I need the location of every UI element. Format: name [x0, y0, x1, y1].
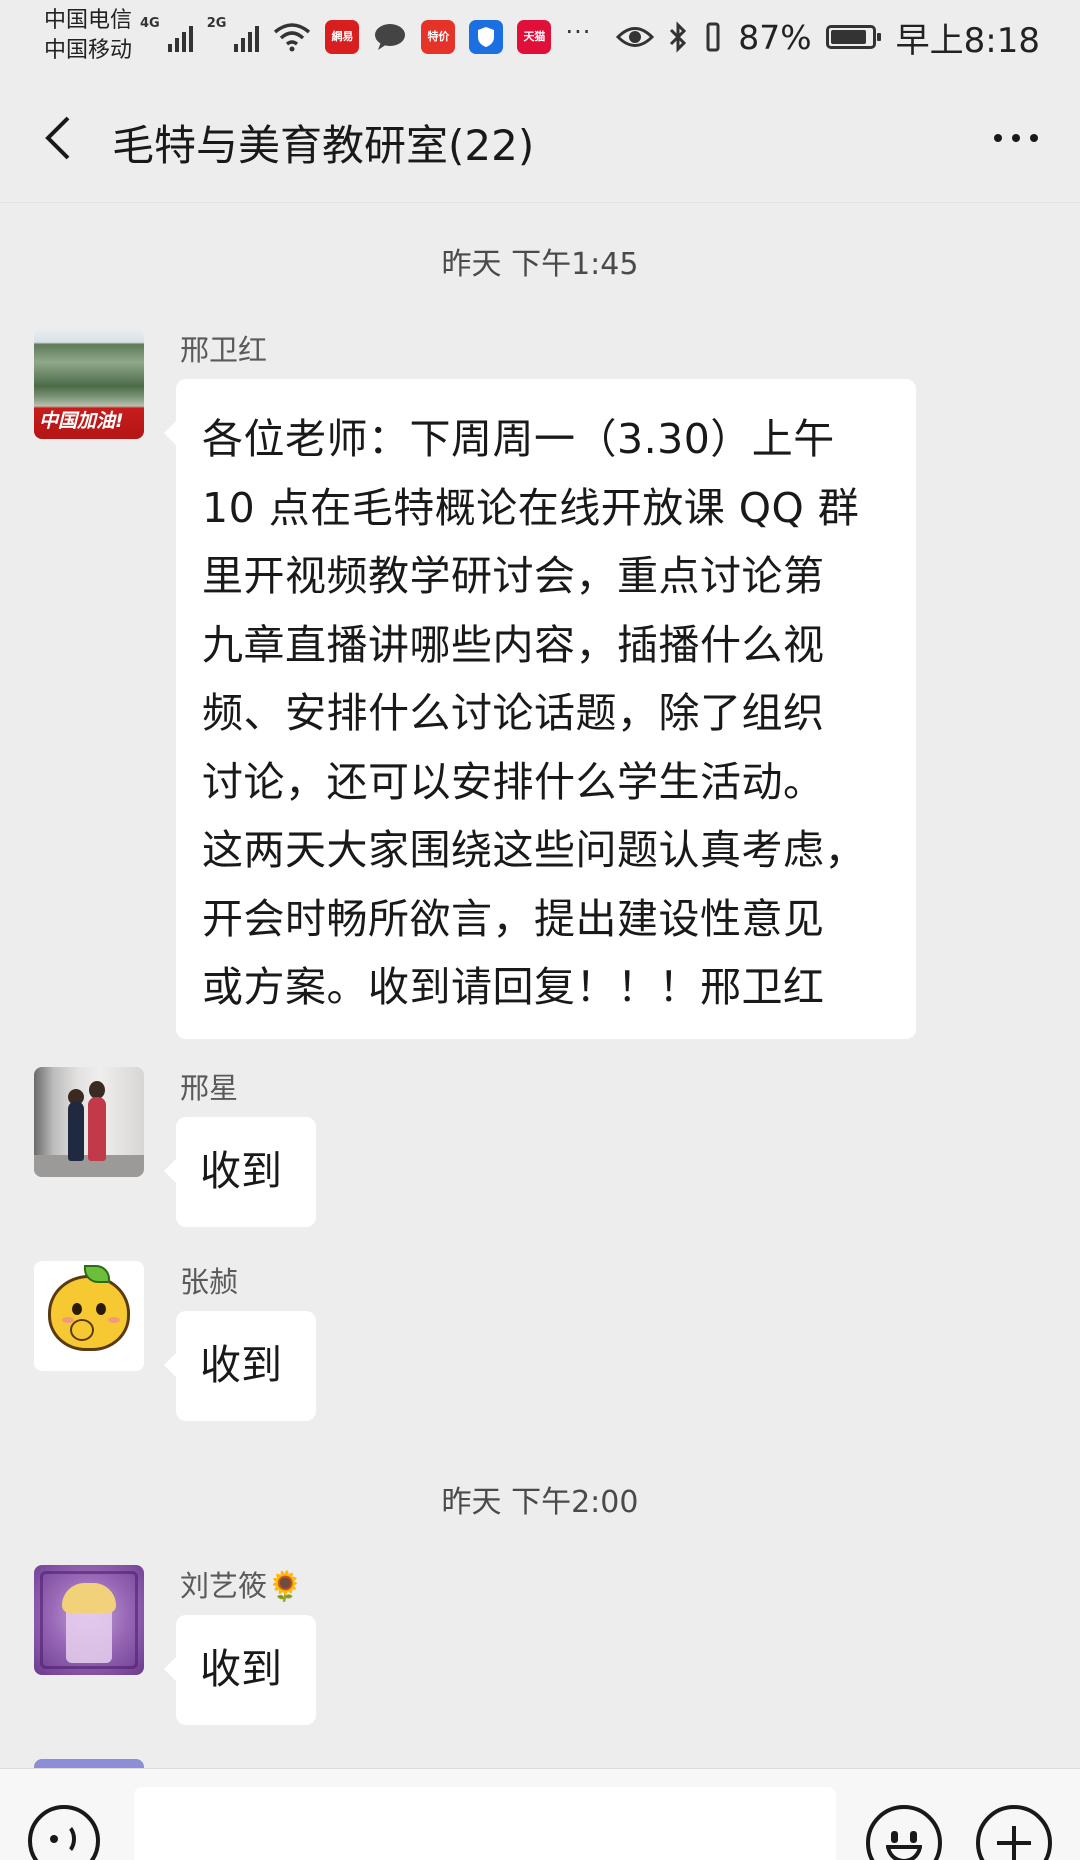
smiley-icon	[891, 1831, 898, 1843]
dot-icon	[1012, 134, 1020, 142]
message-list[interactable]: 昨天 下午1:45 中国加油! 邢卫红 各位老师：下周周一（3.30）上午 10…	[0, 203, 1080, 1768]
wifi-icon	[274, 23, 311, 52]
message-bubble-icon	[375, 24, 406, 50]
emoji-button[interactable]	[866, 1805, 942, 1860]
message-line: 讨论，还可以安排什么学生活动。	[202, 757, 825, 806]
message-line: 里开视频教学研讨会，重点讨论第	[202, 552, 825, 600]
message-bubble[interactable]: 收到	[164, 1311, 316, 1421]
eye-comfort-icon	[616, 27, 655, 47]
signal-bars-icon	[234, 22, 260, 52]
network-type-1: 4G	[140, 16, 160, 31]
tmall-icon: 天猫	[517, 20, 552, 54]
sender-name: 张赪	[180, 1265, 239, 1299]
message-line: 这两天大家围绕这些问题认真考虑，	[202, 826, 866, 874]
avatar[interactable]	[34, 1261, 144, 1371]
chat-title: 毛特与美育教研室(22)	[112, 121, 535, 170]
more-notifications-icon: ···	[565, 18, 592, 46]
message-item: 邢星 收到	[34, 1067, 316, 1227]
message-item: 张赪 收到	[34, 1261, 316, 1421]
bluetooth-icon	[670, 21, 687, 53]
message-line: 开会时畅所欲言，提出建设性意见	[202, 894, 825, 943]
chat-screen: 中国电信 中国移动 4G 2G 網易 特价 天猫 ··· 87% 早上8:18 …	[0, 0, 1080, 1860]
message-bubble[interactable]: 收到	[164, 1615, 316, 1725]
status-bar: 中国电信 中国移动 4G 2G 網易 特价 天猫 ··· 87% 早上8:18	[0, 0, 1080, 76]
battery-percent: 87%	[738, 17, 812, 57]
vibrate-icon	[706, 22, 720, 52]
message-line: 频、安排什么讨论话题，除了组织	[202, 689, 825, 737]
dot-icon	[994, 134, 1002, 142]
avatar[interactable]	[34, 1565, 144, 1675]
timestamp-separator: 昨天 下午1:45	[441, 247, 639, 282]
shield-app-icon	[469, 20, 504, 54]
clock: 早上8:18	[895, 20, 1040, 61]
message-line: 九章直播讲哪些内容，插播什么视	[202, 620, 825, 669]
avatar-caption: 中国加油!	[39, 410, 124, 432]
pinduoduo-sale-icon: 特价	[421, 20, 456, 54]
chat-header: 毛特与美育教研室(22)	[0, 76, 1080, 203]
timestamp-separator: 昨天 下午2:00	[441, 1485, 639, 1520]
message-line: 或方案。收到请回复！！！邢卫红	[202, 963, 825, 1011]
more-functions-button[interactable]	[976, 1805, 1052, 1860]
avatar[interactable]: 中国加油!	[34, 329, 144, 439]
chevron-left-icon	[45, 116, 70, 160]
message-input[interactable]	[134, 1787, 836, 1860]
carrier-1: 中国电信	[44, 8, 133, 33]
more-options-button[interactable]	[976, 106, 1056, 170]
sender-name: 邢卫红	[180, 333, 268, 367]
message-bubble[interactable]: 各位老师：下周周一（3.30）上午 10 点在毛特概论在线开放课 QQ 群 里开…	[164, 379, 916, 1039]
sender-name: 邢星	[180, 1071, 239, 1105]
dot-icon	[1030, 134, 1038, 142]
message-item: 中国加油! 邢卫红 各位老师：下周周一（3.30）上午 10 点在毛特概论在线开…	[34, 329, 916, 1039]
carrier-labels: 中国电信 中国移动	[44, 6, 132, 66]
message-item: 刘艺筱🌻 收到	[34, 1565, 316, 1725]
sender-name: 刘艺筱🌻	[180, 1569, 304, 1603]
message-bubble[interactable]: 收到	[164, 1117, 316, 1227]
network-type-2: 2G	[206, 16, 227, 31]
status-right: 87% 早上8:18	[616, 12, 1040, 62]
signal-bars-icon	[167, 22, 193, 52]
input-bar	[0, 1768, 1080, 1860]
voice-input-button[interactable]	[28, 1805, 100, 1860]
message-line: 各位老师：下周周一（3.30）上午	[202, 415, 835, 463]
netease-news-icon: 網易	[325, 20, 360, 54]
avatar[interactable]	[34, 1759, 144, 1768]
avatar[interactable]	[34, 1067, 144, 1177]
battery-icon	[825, 25, 881, 49]
message-line: 10 点在毛特概论在线开放课 QQ 群	[202, 483, 860, 532]
back-button[interactable]	[28, 106, 88, 170]
status-icons: 4G 2G 網易 特价 天猫 ···	[140, 14, 591, 60]
carrier-2: 中国移动	[44, 38, 133, 63]
